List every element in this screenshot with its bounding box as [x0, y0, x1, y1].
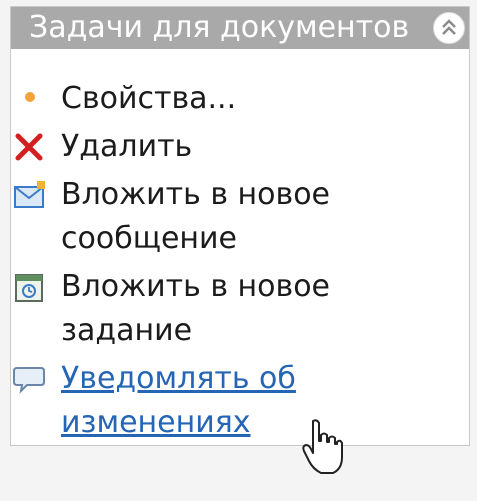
panel-header: Задачи для документов: [11, 7, 469, 49]
hand-pointer-icon: [302, 419, 343, 474]
envelope-icon: [14, 181, 45, 208]
bullet-icon: [25, 92, 35, 102]
task-attach-task-line1: Вложить в новое: [61, 269, 331, 304]
notify-changes-link-line1[interactable]: Уведомлять об: [61, 357, 296, 401]
double-chevron-up-icon: [442, 19, 456, 35]
task-attach-task-line2: задание: [61, 313, 193, 348]
speech-bubble-icon: [13, 367, 45, 394]
notify-changes-link-line2[interactable]: изменениях: [61, 401, 251, 445]
panel-title: Задачи для документов: [29, 10, 410, 45]
calendar-task-icon: [15, 274, 43, 302]
task-attach-message-line1: Вложить в новое: [61, 177, 331, 212]
delete-x-icon: [15, 133, 43, 161]
task-attach-message-line2: сообщение: [61, 221, 237, 256]
document-tasks-panel: Задачи для документов Свойства... Удалит…: [10, 6, 470, 474]
collapse-button[interactable]: [433, 12, 465, 44]
task-properties-label: Свойства...: [61, 81, 237, 116]
task-delete-label: Удалить: [61, 129, 193, 164]
